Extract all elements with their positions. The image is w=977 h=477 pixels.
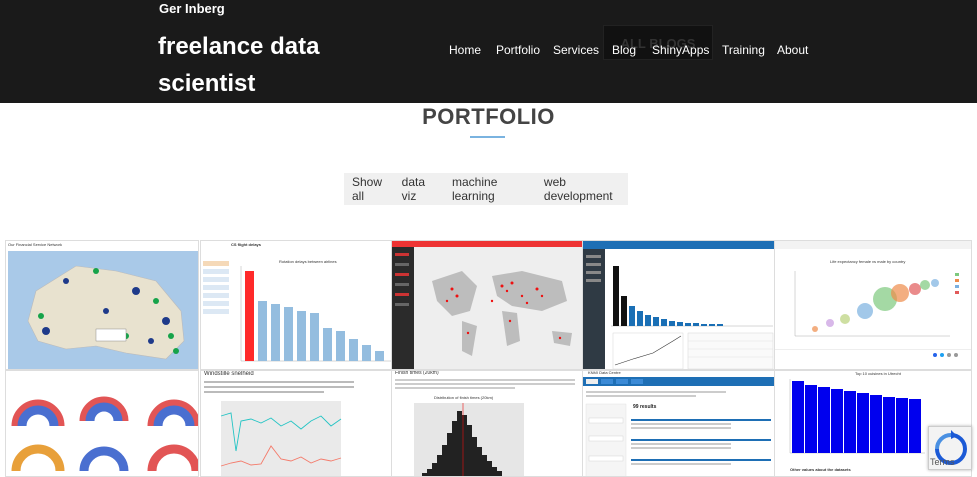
filter-show-all[interactable]: Show all bbox=[346, 175, 396, 203]
tile-caption: Windstille snelheid bbox=[204, 371, 254, 377]
page-title: PORTFOLIO bbox=[422, 104, 555, 129]
donut-charts-thumbnail bbox=[11, 396, 198, 472]
portfolio-item-dashboard[interactable] bbox=[582, 240, 775, 370]
world-map-thumbnail bbox=[392, 241, 583, 369]
nav-blog[interactable]: Blog bbox=[612, 43, 642, 57]
nav-training[interactable]: Training bbox=[722, 43, 772, 57]
portfolio-item-financial-network[interactable]: Our Financial Service Network bbox=[5, 240, 199, 370]
nav-about[interactable]: About bbox=[777, 43, 817, 57]
tile-caption: KNMI Data Centre bbox=[588, 370, 621, 375]
tile-chart-title: Distribution of finish times (20km) bbox=[434, 395, 494, 400]
portfolio-item-finish-times[interactable]: Finish times (20km) Distribution of fini… bbox=[391, 370, 584, 477]
tile-caption: CS flight delays bbox=[231, 242, 262, 247]
portfolio-item-flight-delays[interactable]: CS flight delays Rotation delays between… bbox=[200, 240, 393, 370]
tile-caption: Top 10 cuisines in Utrecht bbox=[855, 371, 901, 376]
filter-web-development[interactable]: web development bbox=[538, 175, 628, 203]
tile-caption: Finish times (20km) bbox=[395, 370, 439, 376]
dashboard-thumbnail bbox=[583, 241, 774, 369]
australia-map-thumbnail bbox=[8, 251, 198, 369]
nav-shinyapps[interactable]: ShinyApps bbox=[652, 43, 712, 57]
portfolio-item-data-centre[interactable]: KNMI Data Centre 99 results bbox=[582, 370, 775, 477]
recaptcha-terms-link[interactable]: Terms bbox=[930, 457, 955, 467]
histogram-thumbnail bbox=[395, 379, 575, 476]
tile-caption: Our Financial Service Network bbox=[8, 242, 63, 247]
nav-portfolio[interactable]: Portfolio bbox=[496, 43, 546, 57]
brand-tagline[interactable]: freelance data scientist bbox=[158, 28, 358, 102]
portfolio-grid: Our Financial Service Network CS flight … bbox=[5, 240, 972, 477]
filter-data-viz[interactable]: data viz bbox=[396, 175, 442, 203]
portfolio-item-world-map[interactable] bbox=[391, 240, 584, 370]
search-page-thumbnail bbox=[583, 377, 774, 476]
brand-name[interactable]: Ger Inberg bbox=[159, 1, 225, 16]
portfolio-item-life-expectancy[interactable]: Life expectancy female vs male by countr… bbox=[774, 240, 972, 370]
filter-machine-learning[interactable]: machine learning bbox=[446, 175, 534, 203]
nav-services[interactable]: Services bbox=[553, 43, 603, 57]
line-chart-thumbnail bbox=[204, 381, 354, 476]
tile-caption: Life expectancy female vs male by countr… bbox=[830, 259, 906, 264]
tile-results-count: 99 results bbox=[633, 404, 657, 410]
tile-chart-title: Rotation delays between airlines bbox=[279, 259, 337, 264]
portfolio-item-wind-speed[interactable]: Windstille snelheid bbox=[200, 370, 393, 477]
portfolio-filters: Show all data viz machine learning web d… bbox=[344, 173, 628, 205]
portfolio-item-donuts[interactable] bbox=[5, 370, 199, 477]
tile-note: Other values about the datasets bbox=[790, 467, 851, 472]
site-header: Ger Inberg freelance data scientist ALL … bbox=[0, 0, 977, 103]
title-underline bbox=[470, 136, 505, 138]
nav-home[interactable]: Home bbox=[449, 43, 489, 57]
